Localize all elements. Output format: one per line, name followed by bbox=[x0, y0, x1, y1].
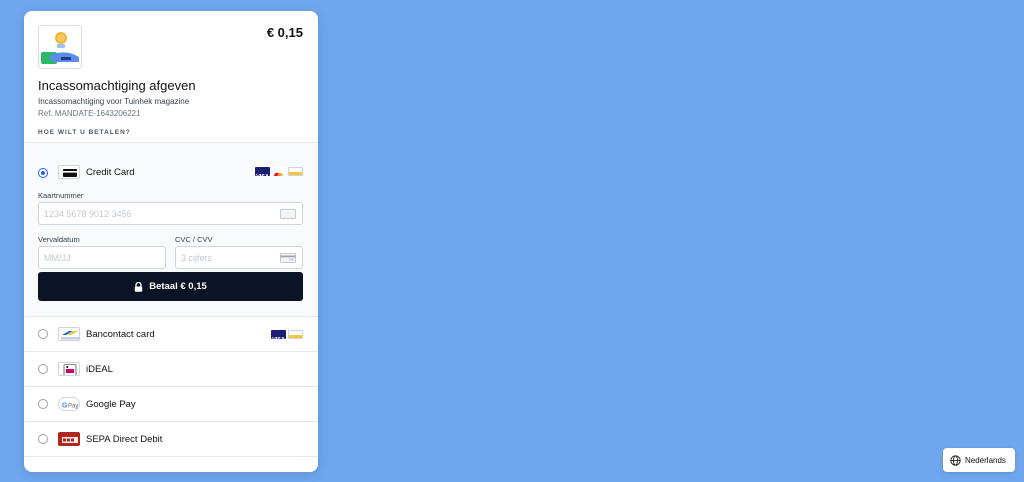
lock-icon bbox=[135, 281, 143, 292]
svg-text:Pay: Pay bbox=[68, 404, 78, 410]
ideal-label: iDEAL bbox=[86, 364, 113, 375]
google-pay-label: Google Pay bbox=[86, 399, 136, 410]
card-number-input[interactable] bbox=[39, 203, 302, 224]
bancontact-icon bbox=[58, 327, 80, 341]
sepa-label: SEPA Direct Debit bbox=[86, 434, 163, 445]
google-pay-icon: G Pay bbox=[58, 397, 80, 411]
mandate-reference: Ref. MANDATE-1643206221 bbox=[38, 109, 141, 118]
payment-method-heading: HOE WILT U BETALEN? bbox=[38, 129, 131, 136]
cvc-label: CVC / CVV bbox=[175, 235, 213, 244]
expiry-label: Vervaldatum bbox=[38, 235, 80, 244]
ideal-icon bbox=[58, 362, 80, 376]
sepa-icon bbox=[58, 432, 80, 446]
language-selector[interactable]: Nederlands bbox=[943, 448, 1015, 472]
visa-icon: VISA bbox=[255, 167, 270, 176]
order-description: Incassomachtiging voor Tuinhek magazine bbox=[38, 97, 190, 106]
card-number-field[interactable] bbox=[38, 202, 303, 225]
ideal-radio[interactable] bbox=[38, 364, 48, 374]
pay-button-label: Betaal € 0,15 bbox=[149, 281, 207, 292]
method-row-sepa[interactable]: SEPA Direct Debit bbox=[24, 422, 318, 457]
globe-icon bbox=[950, 454, 961, 466]
cvc-card-icon bbox=[280, 253, 296, 263]
method-row-bancontact[interactable]: Bancontact card VISA bbox=[24, 317, 318, 352]
visa-icon: VISA bbox=[271, 330, 286, 339]
google-pay-radio[interactable] bbox=[38, 399, 48, 409]
merchant-logo bbox=[38, 25, 82, 69]
sepa-radio[interactable] bbox=[38, 434, 48, 444]
language-label: Nederlands bbox=[965, 455, 1006, 465]
method-row-google-pay[interactable]: G Pay Google Pay bbox=[24, 387, 318, 422]
bancontact-radio[interactable] bbox=[38, 329, 48, 339]
cartes-bancaires-icon bbox=[288, 167, 303, 176]
order-amount: € 0,15 bbox=[266, 25, 303, 40]
method-row-ideal[interactable]: iDEAL bbox=[24, 352, 318, 387]
credit-card-label[interactable]: Credit Card bbox=[86, 167, 135, 178]
card-number-label: Kaartnummer bbox=[38, 191, 84, 200]
cvc-field[interactable] bbox=[175, 246, 303, 269]
expiry-input[interactable] bbox=[39, 247, 165, 268]
mastercard-icon bbox=[272, 167, 285, 176]
bancontact-label: Bancontact card bbox=[86, 329, 155, 340]
card-outline-icon bbox=[280, 209, 296, 219]
svg-text:VISA: VISA bbox=[256, 174, 269, 176]
credit-card-icon bbox=[58, 165, 80, 179]
credit-card-radio[interactable] bbox=[38, 168, 48, 178]
checkout-card: € 0,15 Incassomachtiging afgeven Incasso… bbox=[24, 11, 318, 472]
cartes-bancaires-icon bbox=[288, 330, 303, 339]
svg-text:VISA: VISA bbox=[272, 337, 285, 339]
pay-button[interactable]: Betaal € 0,15 bbox=[38, 272, 303, 301]
page-title: Incassomachtiging afgeven bbox=[38, 78, 196, 93]
expiry-field[interactable] bbox=[38, 246, 166, 269]
